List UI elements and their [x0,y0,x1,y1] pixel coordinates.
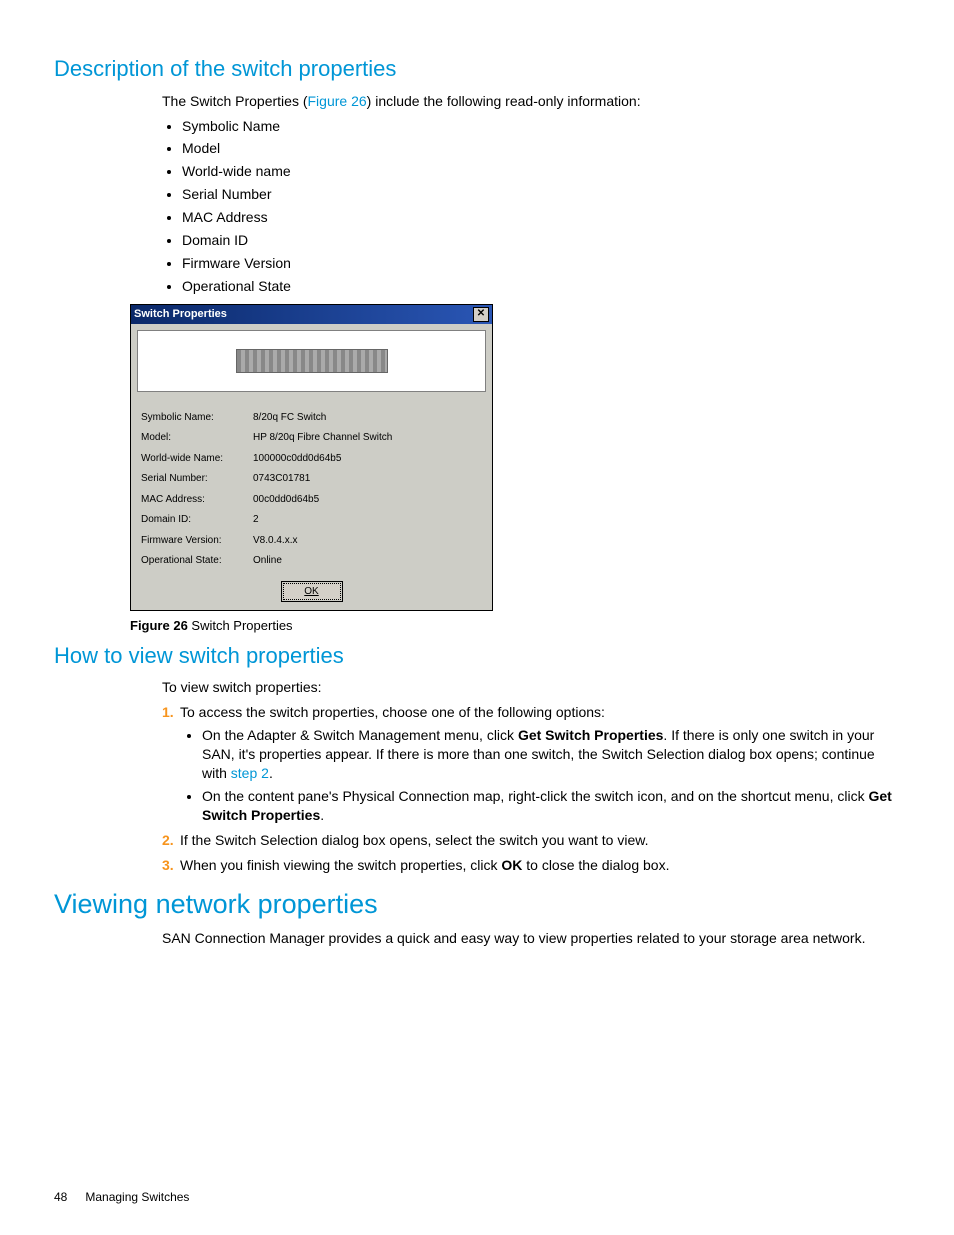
sub-item: On the content pane's Physical Connectio… [202,787,900,825]
list-item: World-wide name [182,162,900,181]
step-item: 2.If the Switch Selection dialog box ope… [162,831,900,850]
step-link[interactable]: step 2 [231,765,269,781]
prop-row: Model:HP 8/20q Fibre Channel Switch [141,431,482,445]
steps-list: 1.To access the switch properties, choos… [162,703,900,874]
bold-text: OK [501,857,522,873]
list-item: Domain ID [182,231,900,250]
prop-value: 100000c0dd0d64b5 [253,452,482,466]
figure-number: Figure 26 [130,618,188,633]
prop-label: Model: [141,431,253,445]
intro-paragraph: The Switch Properties (Figure 26) includ… [162,92,900,111]
footer-section: Managing Switches [85,1190,189,1204]
prop-value: HP 8/20q Fibre Channel Switch [253,431,482,445]
step-text: If the Switch Selection dialog box opens… [180,832,648,848]
prop-row: Serial Number:0743C01781 [141,472,482,486]
step-item: 1.To access the switch properties, choos… [162,703,900,824]
heading-viewing-network-props: Viewing network properties [54,886,900,922]
list-item: Symbolic Name [182,117,900,136]
readonly-info-list: Symbolic Name Model World-wide name Seri… [162,117,900,296]
list-item: Model [182,139,900,158]
page-number: 48 [54,1190,67,1204]
list-item: MAC Address [182,208,900,227]
heading-desc-switch-props: Description of the switch properties [54,54,900,84]
step-number: 2. [162,831,180,850]
how-to-intro: To view switch properties: [162,678,900,697]
list-item: Operational State [182,277,900,296]
switch-properties-dialog: Switch Properties ✕ Symbolic Name:8/20q … [130,304,493,612]
page-footer: 48 Managing Switches [54,1189,189,1205]
step-item: 3.When you finish viewing the switch pro… [162,856,900,875]
sub-list: On the Adapter & Switch Management menu,… [162,726,900,824]
prop-row: MAC Address:00c0dd0d64b5 [141,493,482,507]
list-item: Serial Number [182,185,900,204]
prop-label: World-wide Name: [141,452,253,466]
prop-label: Domain ID: [141,513,253,527]
step-text: When you finish viewing the switch prope… [180,857,669,873]
step-number: 1. [162,703,180,722]
prop-label: Serial Number: [141,472,253,486]
prop-value: 8/20q FC Switch [253,411,482,425]
figure-caption: Figure 26 Switch Properties [130,617,900,635]
prop-value: 00c0dd0d64b5 [253,493,482,507]
prop-row: World-wide Name:100000c0dd0d64b5 [141,452,482,466]
intro-text-post: ) include the following read-only inform… [367,93,641,109]
ok-button[interactable]: OK [283,583,341,601]
properties-table: Symbolic Name:8/20q FC Switch Model:HP 8… [131,398,492,577]
intro-text-pre: The Switch Properties ( [162,93,308,109]
step-number: 3. [162,856,180,875]
prop-row: Symbolic Name:8/20q FC Switch [141,411,482,425]
dialog-title: Switch Properties [134,307,227,322]
device-image-box [137,330,486,392]
bold-text: Get Switch Properties [518,727,663,743]
prop-label: Firmware Version: [141,534,253,548]
prop-value: V8.0.4.x.x [253,534,482,548]
figure-link[interactable]: Figure 26 [308,93,367,109]
step-text: To access the switch properties, choose … [180,704,605,720]
prop-label: Operational State: [141,554,253,568]
sub-item: On the Adapter & Switch Management menu,… [202,726,900,783]
list-item: Firmware Version [182,254,900,273]
prop-label: MAC Address: [141,493,253,507]
figure-caption-text: Switch Properties [188,618,293,633]
prop-label: Symbolic Name: [141,411,253,425]
prop-value: 2 [253,513,482,527]
prop-row: Domain ID:2 [141,513,482,527]
close-icon[interactable]: ✕ [473,307,489,322]
network-props-body: SAN Connection Manager provides a quick … [162,929,900,948]
prop-row: Firmware Version:V8.0.4.x.x [141,534,482,548]
prop-value: 0743C01781 [253,472,482,486]
device-graphic [236,349,388,373]
heading-how-to-view: How to view switch properties [54,641,900,671]
prop-row: Operational State:Online [141,554,482,568]
prop-value: Online [253,554,482,568]
dialog-titlebar: Switch Properties ✕ [131,305,492,324]
